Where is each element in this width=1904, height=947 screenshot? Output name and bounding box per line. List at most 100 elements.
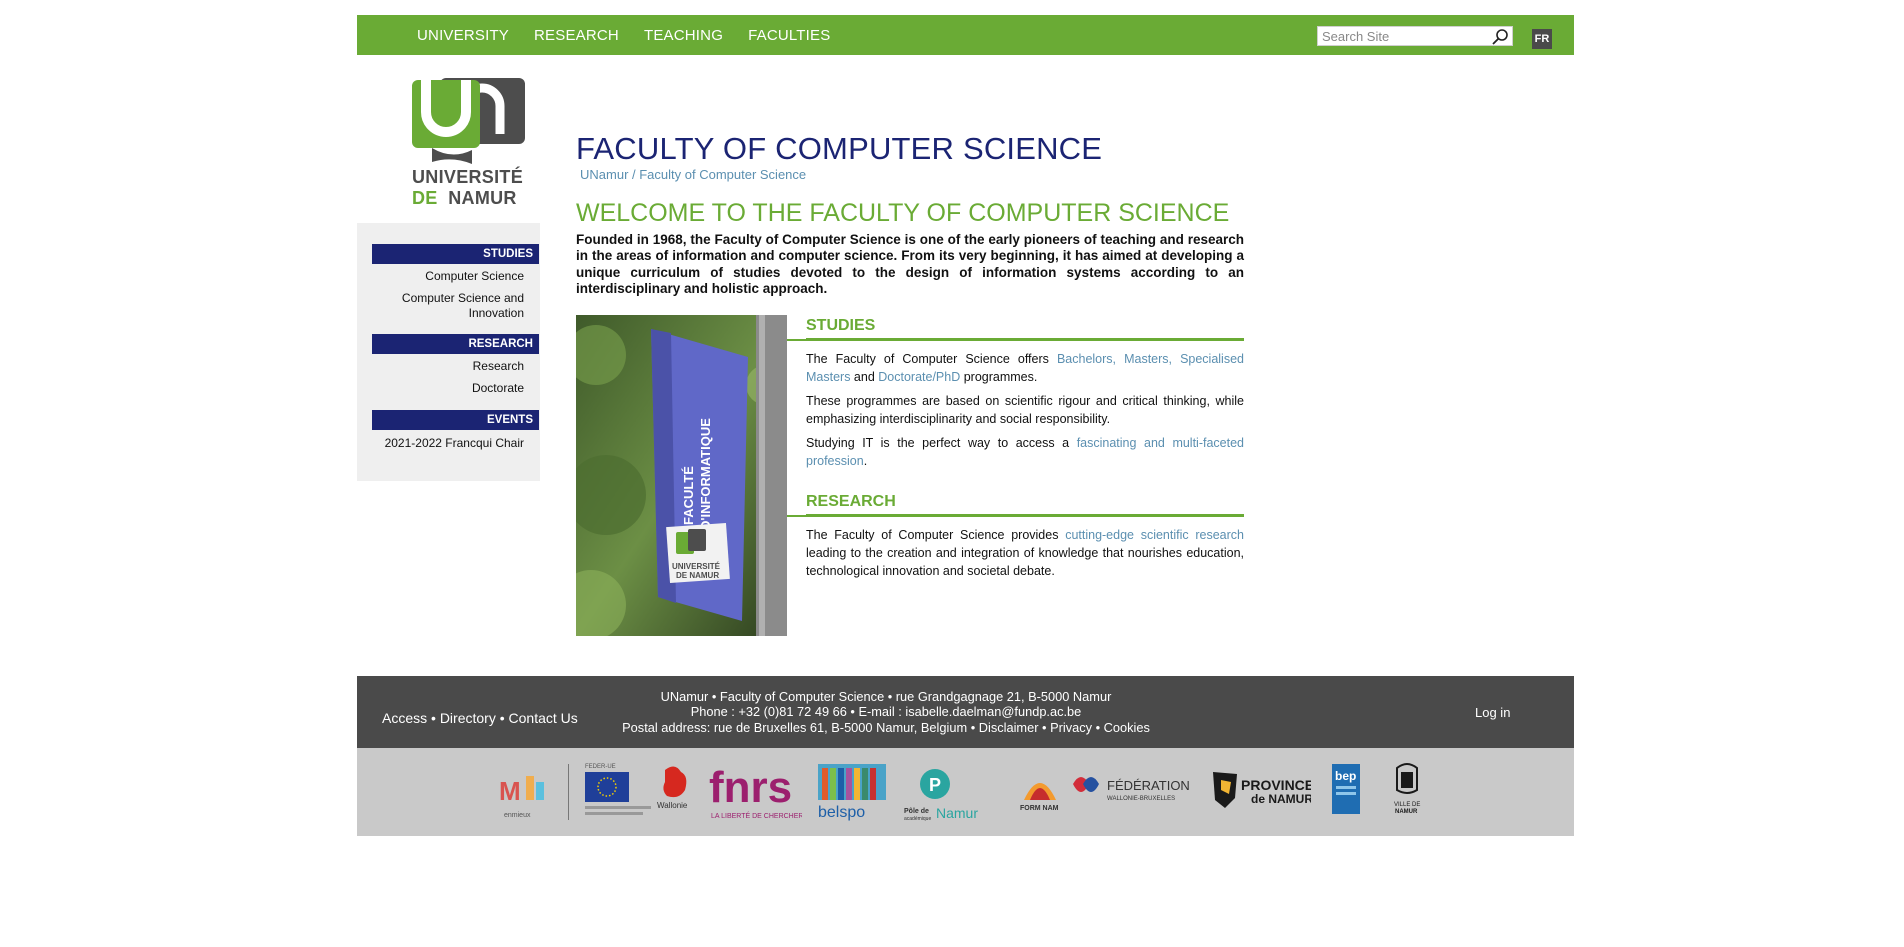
partner-logo-bep[interactable]: bep <box>1329 758 1363 824</box>
sidebar-item-francqui-chair[interactable]: 2021-2022 Francqui Chair <box>372 436 524 451</box>
studies-paragraph-3: Studying IT is the perfect way to access… <box>806 434 1244 470</box>
search-box <box>1317 26 1513 46</box>
ville-text2: NAMUR <box>1395 809 1418 815</box>
research-p1-text-b: leading to the creation and integration … <box>806 546 1244 578</box>
nav-faculties[interactable]: FACULTIES <box>748 27 830 44</box>
pole-text3: Namur <box>936 805 978 821</box>
europe-text: FEDER-UE <box>585 764 616 770</box>
footer-address: UNamur • Faculty of Computer Science • r… <box>621 689 1151 735</box>
footer-phone-line: Phone : +32 (0)81 72 49 66 • E-mail : is… <box>690 704 1082 720</box>
language-switch-button[interactable]: FR <box>1532 29 1552 49</box>
sidebar-item-doctorate[interactable]: Doctorate <box>372 381 524 396</box>
page: UNIVERSITY RESEARCH TEACHING FACULTIES F… <box>357 0 1574 947</box>
partner-logo-belspo[interactable]: belspo <box>814 758 889 824</box>
svg-text:P: P <box>929 775 941 795</box>
footer-cookies-link[interactable]: Cookies <box>1104 720 1150 735</box>
studies-p1-text-c: programmes. <box>960 370 1038 384</box>
partner-logo-province-namur[interactable]: PROVINCE de NAMUR <box>1209 758 1311 824</box>
nav-university[interactable]: UNIVERSITY <box>417 27 509 44</box>
nav-teaching[interactable]: TEACHING <box>644 27 723 44</box>
province-namur-logo-icon: PROVINCE de NAMUR <box>1213 772 1311 808</box>
studies-paragraph-2: These programmes are based on scientific… <box>806 394 1244 426</box>
formanam-logo-icon: FORM NAM <box>1020 783 1059 812</box>
footer-contact-link[interactable]: Contact Us <box>509 710 578 726</box>
partner-logo-federation-wb[interactable]: FÉDÉRATION WALLONIE-BRUXELLES <box>1069 758 1194 824</box>
federation-wb-logo-icon: FÉDÉRATION WALLONIE-BRUXELLES <box>1073 777 1190 802</box>
partner-logo-wallonie[interactable]: Wallonie <box>650 758 700 824</box>
footer-sep: • <box>967 719 979 735</box>
sidebar-item-cs-innovation[interactable]: Computer Science and Innovation <box>372 291 524 321</box>
masters-link[interactable]: Masters <box>1124 352 1168 366</box>
ville-namur-logo-icon: VILLE DE NAMUR <box>1394 763 1420 815</box>
footer-privacy-link[interactable]: Privacy <box>1050 720 1092 735</box>
footer-disclaimer-link[interactable]: Disclaimer <box>979 720 1039 735</box>
bachelors-link[interactable]: Bachelors <box>1057 352 1113 366</box>
partner-logo-ville-namur[interactable]: VILLE DE NAMUR <box>1387 758 1427 824</box>
svg-text:M: M <box>499 776 521 806</box>
banner-text-informatique: D'INFORMATIQUE <box>698 418 713 530</box>
banner-text-faculte: FACULTÉ <box>681 466 696 525</box>
sidebar-heading-events: EVENTS <box>372 410 539 430</box>
main-nav: UNIVERSITY RESEARCH TEACHING FACULTIES <box>417 15 830 55</box>
logo-text-universite: UNIVERSITÉ <box>412 167 524 187</box>
footer: Access • Directory • Contact Us UNamur •… <box>357 676 1574 748</box>
partner-logo-feder-ue[interactable]: FEDER-UE <box>585 758 655 824</box>
pole-text: Pôle de <box>904 808 929 815</box>
research-divider <box>787 515 1244 517</box>
footer-directory-link[interactable]: Directory <box>440 710 496 726</box>
enmieux-logo-icon: M enmieux <box>499 776 544 819</box>
wallonie-rooster-icon: Wallonie <box>657 766 688 810</box>
footer-sep: • <box>495 710 509 726</box>
partner-logo-formanam[interactable]: FORM NAM <box>1015 758 1065 824</box>
login-link[interactable]: Log in <box>1475 705 1510 720</box>
page-title: FACULTY OF COMPUTER SCIENCE <box>576 131 1103 166</box>
fnrs-logo-icon: fnrs LA LIBERTÉ DE CHERCHER <box>709 763 802 820</box>
research-link[interactable]: cutting-edge scientific research <box>1065 528 1244 542</box>
university-logo[interactable]: UNIVERSITÉ DE NAMUR <box>412 78 532 210</box>
intro-paragraph: Founded in 1968, the Faculty of Computer… <box>576 232 1244 296</box>
partner-logo-fnrs[interactable]: fnrs LA LIBERTÉ DE CHERCHER <box>707 758 802 824</box>
footer-address-line: UNamur • Faculty of Computer Science • r… <box>660 689 1112 704</box>
footer-sep: • <box>1092 719 1104 735</box>
studies-p1-sep2: , <box>1168 352 1181 366</box>
studies-p1-text-b: and <box>850 370 879 384</box>
wallonie-text: Wallonie <box>657 801 688 810</box>
footer-access-link[interactable]: Access <box>382 710 427 726</box>
logo-text-namur: NAMUR <box>448 188 517 208</box>
pole-text2: académique <box>904 816 931 822</box>
footer-links: Access • Directory • Contact Us <box>382 710 578 726</box>
doctorate-phd-link[interactable]: Doctorate/PhD <box>878 370 960 384</box>
belspo-logo-icon: belspo <box>817 764 886 821</box>
faculty-banner-photo: FACULTÉ D'INFORMATIQUE UNIVERSITÉ DE NAM… <box>576 315 787 636</box>
banner-photo-image: FACULTÉ D'INFORMATIQUE UNIVERSITÉ DE NAM… <box>576 315 787 636</box>
sidebar-heading-research: RESEARCH <box>372 334 539 354</box>
nav-research[interactable]: RESEARCH <box>534 27 619 44</box>
footer-sep: • <box>1038 719 1051 735</box>
partner-divider <box>568 764 569 820</box>
search-input[interactable] <box>1318 27 1488 45</box>
sidebar-heading-studies: STUDIES <box>372 244 539 264</box>
province-text2: de NAMUR <box>1251 792 1311 806</box>
breadcrumb[interactable]: UNamur / Faculty of Computer Science <box>580 167 806 182</box>
banner-logo-text2: DE NAMUR <box>676 571 719 580</box>
banner-logo-text1: UNIVERSITÉ <box>672 562 721 571</box>
partner-logo-enmieux[interactable]: M enmieux <box>495 758 555 824</box>
logo-text-de-namur: DE NAMUR <box>412 188 517 209</box>
bep-text: bep <box>1335 769 1356 783</box>
sidebar-item-research[interactable]: Research <box>372 359 524 374</box>
footer-login: Log in <box>1475 705 1510 720</box>
sidebar: STUDIES Computer Science Computer Scienc… <box>357 223 540 481</box>
sidebar-item-computer-science[interactable]: Computer Science <box>372 269 524 284</box>
search-icon[interactable] <box>1491 28 1509 46</box>
federation-text: FÉDÉRATION <box>1107 778 1190 793</box>
pole-namur-logo-icon: P Pôle de académique Namur <box>904 769 978 822</box>
studies-p1-sep1: , <box>1112 352 1125 366</box>
studies-paragraph-1: The Faculty of Computer Science offers B… <box>806 350 1244 386</box>
research-paragraph: The Faculty of Computer Science provides… <box>806 526 1244 580</box>
partner-logo-pole-namur[interactable]: P Pôle de académique Namur <box>904 758 989 824</box>
studies-p1-text-a: The Faculty of Computer Science offers <box>806 352 1057 366</box>
enmieux-text: enmieux <box>504 812 531 819</box>
footer-sep: • <box>427 710 440 726</box>
footer-postal: Postal address: rue de Bruxelles 61, B-5… <box>622 719 968 735</box>
top-navigation-bar: UNIVERSITY RESEARCH TEACHING FACULTIES F… <box>357 15 1574 55</box>
